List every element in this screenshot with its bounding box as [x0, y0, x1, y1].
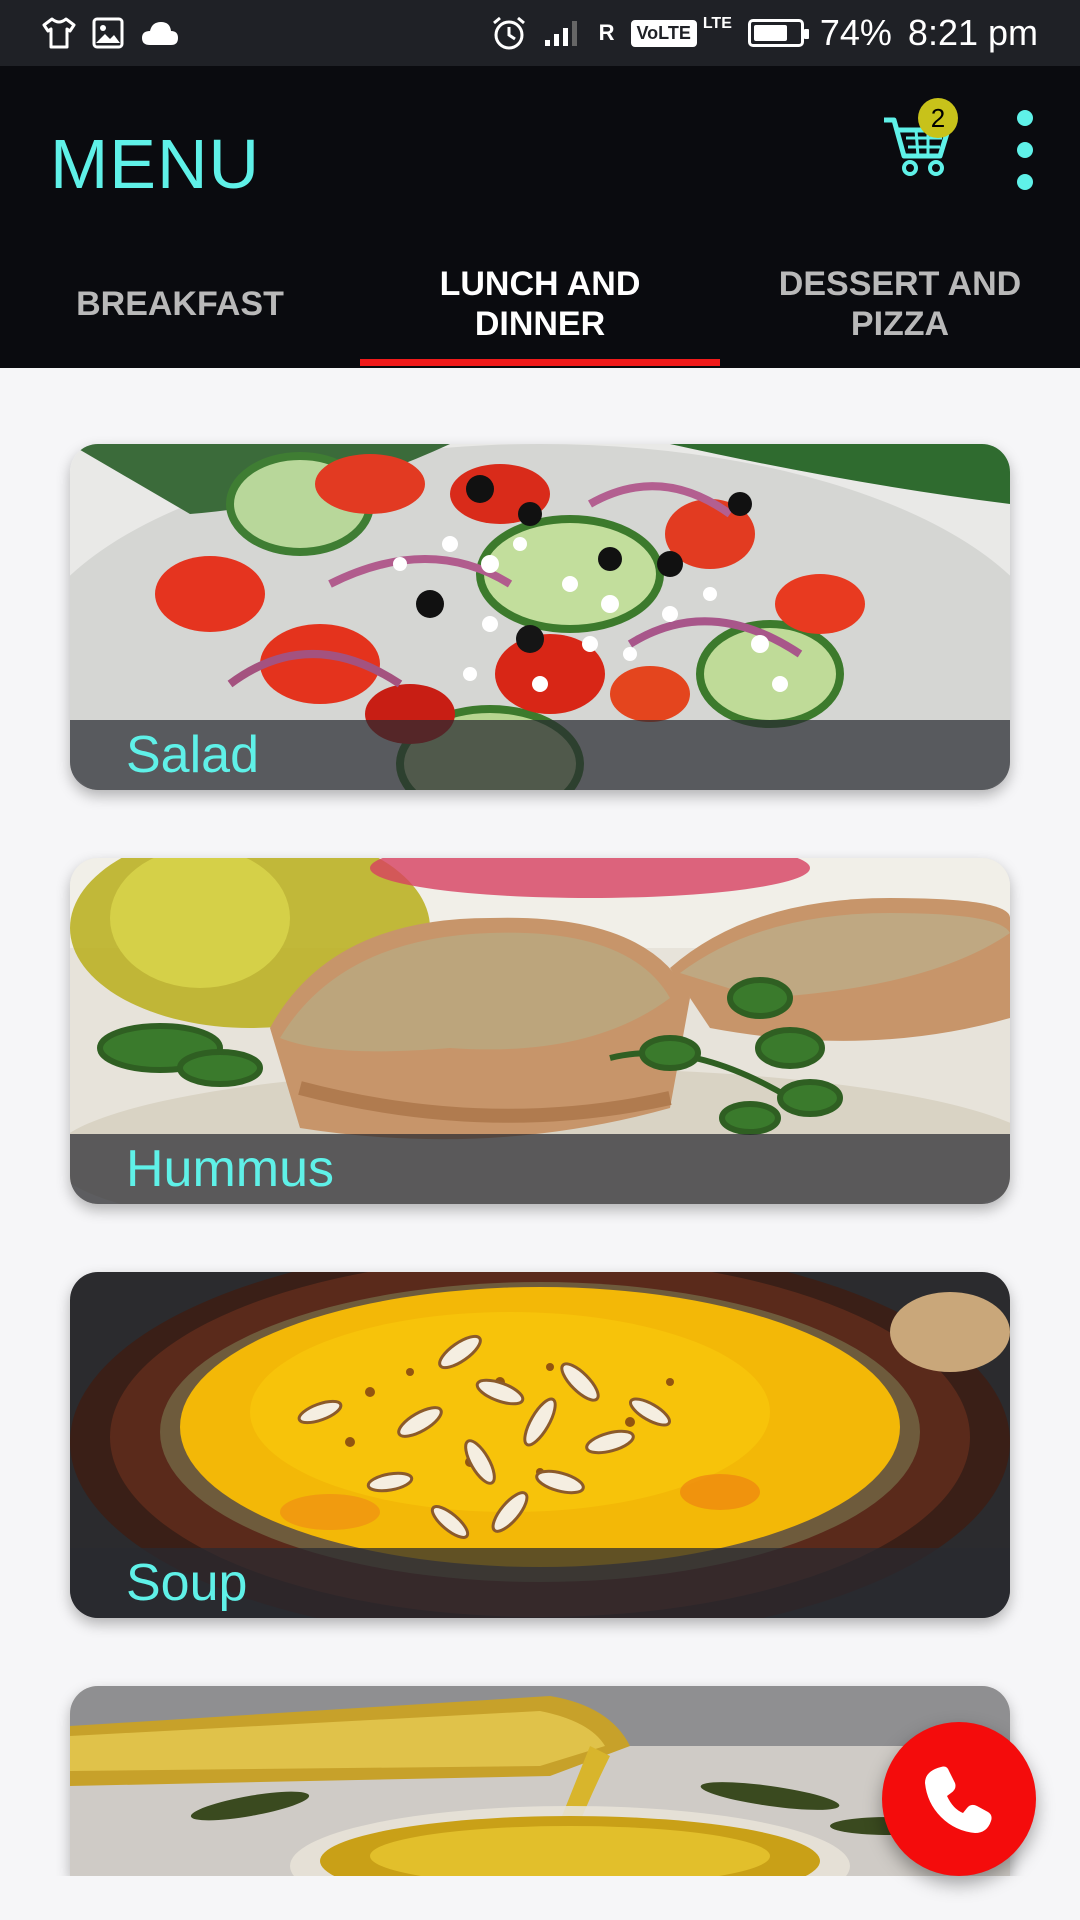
status-bar: R VoLTE LTE 74% 8:21 pm	[0, 0, 1080, 66]
tab-breakfast[interactable]: BREAKFAST	[0, 240, 360, 368]
more-vert-icon[interactable]	[1010, 110, 1040, 190]
tab-dessert-and-pizza[interactable]: DESSERT AND PIZZA	[720, 240, 1080, 368]
phone-icon	[925, 1766, 992, 1833]
menu-list[interactable]: Salad Hummus Soup	[0, 368, 1080, 1876]
cart-badge: 2	[918, 98, 958, 138]
battery-percent: 74%	[819, 12, 892, 53]
app-bar: MENU 2 BREAKFAST LUNCH AND DINNER DESSER…	[0, 66, 1080, 368]
roaming-indicator: R	[598, 20, 615, 45]
olive-oil-image	[70, 1686, 1010, 1876]
alarm-icon	[492, 16, 525, 50]
menu-card-label: Hummus	[70, 1134, 1010, 1204]
menu-card-olive-oil[interactable]	[70, 1686, 1010, 1876]
battery-icon	[747, 19, 809, 47]
status-right-icons: R VoLTE LTE 74% 8:21 pm	[491, 12, 1038, 54]
menu-card-soup[interactable]: Soup	[70, 1272, 1010, 1618]
menu-card-salad[interactable]: Salad	[70, 444, 1010, 790]
tab-lunch-and-dinner[interactable]: LUNCH AND DINNER	[360, 240, 720, 368]
menu-card-label: Soup	[70, 1548, 1010, 1618]
menu-card-hummus[interactable]: Hummus	[70, 858, 1010, 1204]
clock: 8:21 pm	[907, 12, 1038, 53]
page-title: MENU	[50, 125, 261, 203]
shirt-icon	[42, 17, 76, 49]
image-icon	[92, 17, 124, 49]
signal-icon	[544, 21, 577, 46]
lte-indicator: LTE	[702, 15, 732, 32]
status-left-icons	[42, 17, 180, 49]
cloud-icon	[142, 22, 178, 45]
category-tabs: BREAKFAST LUNCH AND DINNER DESSERT AND P…	[0, 240, 1080, 368]
call-button[interactable]	[882, 1722, 1036, 1876]
menu-card-label: Salad	[70, 720, 1010, 790]
volte-indicator: VoLTE	[630, 19, 697, 47]
